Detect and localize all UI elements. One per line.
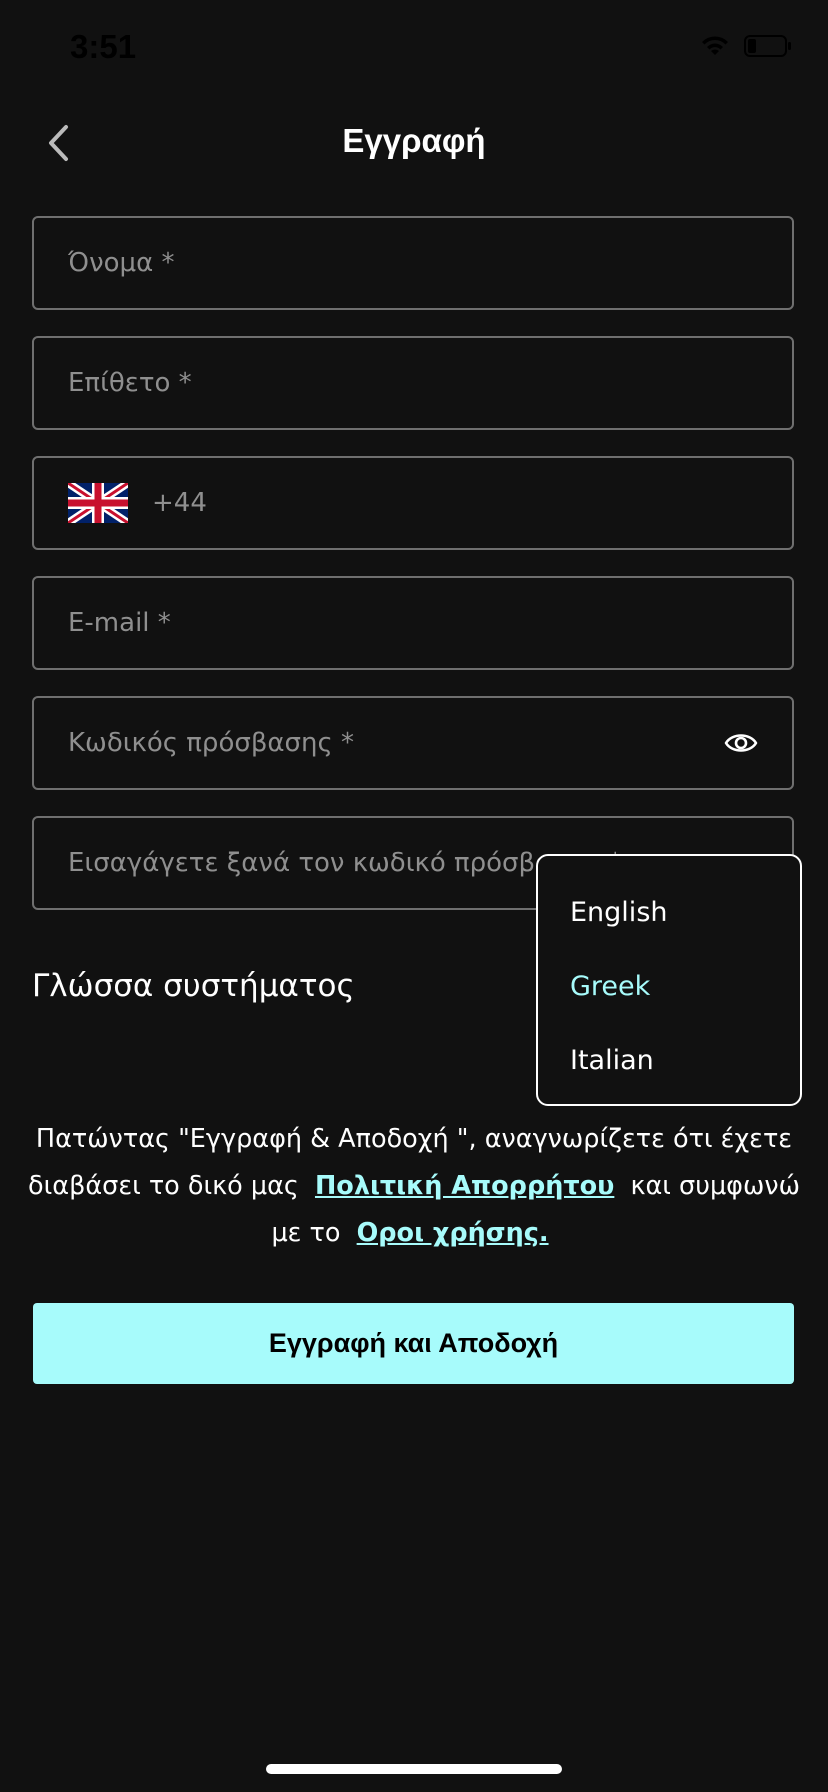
terms-of-use-link[interactable]: Οροι χρήσης.	[357, 1218, 549, 1248]
system-language-label[interactable]: Γλώσσα συστήματος	[32, 968, 355, 1004]
phone-field[interactable]	[32, 456, 794, 550]
language-dropdown[interactable]: English Greek Italian	[536, 854, 802, 1106]
first-name-input[interactable]	[68, 248, 758, 278]
first-name-field[interactable]	[32, 216, 794, 310]
status-time: 3:51	[70, 28, 137, 65]
consent-text: Πατώντας "Εγγραφή & Αποδοχή ", αναγνωρίζ…	[28, 1116, 800, 1257]
language-option-italian[interactable]: Italian	[538, 1024, 800, 1098]
password-input[interactable]	[68, 728, 714, 758]
email-field[interactable]	[32, 576, 794, 670]
language-option-greek[interactable]: Greek	[538, 950, 800, 1024]
home-indicator[interactable]	[266, 1764, 562, 1774]
phone-input[interactable]	[152, 488, 758, 518]
register-accept-button[interactable]: Εγγραφή και Αποδοχή	[33, 1303, 794, 1384]
email-input[interactable]	[68, 608, 758, 638]
last-name-input[interactable]	[68, 368, 758, 398]
language-option-english[interactable]: English	[538, 876, 800, 950]
password-field[interactable]	[32, 696, 794, 790]
page-title: Εγγραφή	[342, 122, 486, 159]
eye-icon[interactable]	[724, 726, 758, 760]
battery-icon	[744, 35, 791, 57]
privacy-policy-link[interactable]: Πολιτική Απορρήτου	[315, 1171, 614, 1201]
status-icons	[700, 34, 792, 58]
wifi-icon	[702, 36, 728, 55]
last-name-field[interactable]	[32, 336, 794, 430]
uk-flag-icon[interactable]	[68, 483, 128, 523]
